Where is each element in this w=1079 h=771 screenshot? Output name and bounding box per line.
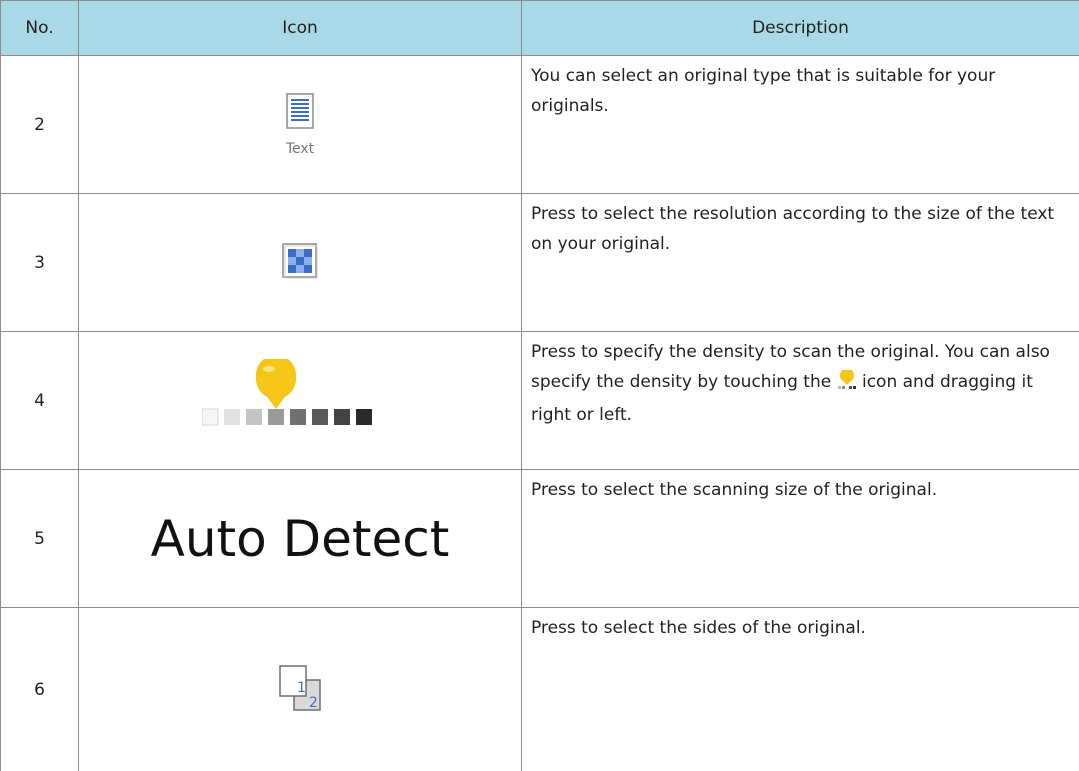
- icon-cell: [79, 194, 522, 332]
- function-table: No. Icon Description 2: [0, 0, 1079, 771]
- icon-cell: [79, 332, 522, 470]
- inline-pin-icon: [837, 370, 857, 400]
- header-icon: Icon: [79, 1, 522, 56]
- density-pin-icon: [256, 359, 296, 409]
- header-description: Description: [522, 1, 1079, 56]
- table-header-row: No. Icon Description: [1, 1, 1079, 56]
- original-type-text-icon: Text: [286, 93, 314, 157]
- description-cell: You can select an original type that is …: [522, 56, 1079, 194]
- row-number: 5: [1, 470, 79, 608]
- table-row: 5 Auto Detect Press to select the scanni…: [1, 470, 1079, 608]
- density-slider-icon: [202, 424, 398, 443]
- side-digit-1: 1: [297, 680, 306, 696]
- icon-cell: Auto Detect: [79, 470, 522, 608]
- sides-icon: 1 2: [278, 697, 322, 716]
- description-cell: Press to select the resolution according…: [522, 194, 1079, 332]
- row-number: 4: [1, 332, 79, 470]
- table-row: 3: [1, 194, 1079, 332]
- table-row: 4: [1, 332, 1079, 470]
- row-number: 3: [1, 194, 79, 332]
- description-cell: Press to specify the density to scan the…: [522, 332, 1079, 470]
- icon-label: Text: [286, 141, 314, 157]
- icon-cell: Text: [79, 56, 522, 194]
- description-cell: Press to select the sides of the origina…: [522, 608, 1079, 771]
- auto-detect-label: Auto Detect: [151, 510, 450, 568]
- row-number: 2: [1, 56, 79, 194]
- side-digit-2: 2: [309, 695, 318, 711]
- icon-cell: 1 2: [79, 608, 522, 771]
- header-no: No.: [1, 1, 79, 56]
- description-cell: Press to select the scanning size of the…: [522, 470, 1079, 608]
- row-number: 6: [1, 608, 79, 771]
- table-row: 2 Text You can select an original type: [1, 56, 1079, 194]
- table-row: 6 1 2 Press to select the sides of the o…: [1, 608, 1079, 771]
- resolution-icon: [282, 264, 318, 283]
